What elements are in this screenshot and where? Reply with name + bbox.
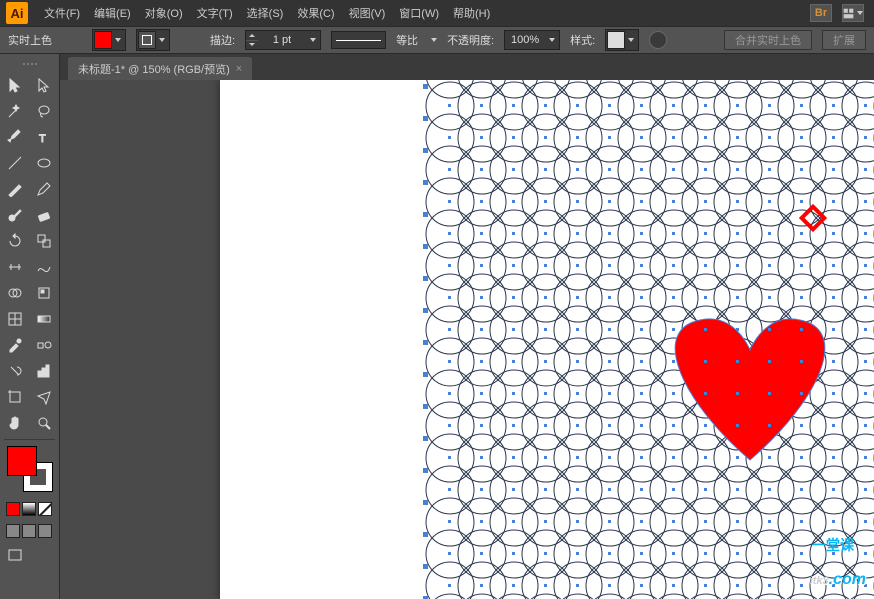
gradient-icon[interactable] xyxy=(22,502,36,516)
menu-file[interactable]: 文件(F) xyxy=(38,2,86,24)
fill-color-icon[interactable] xyxy=(7,446,37,476)
menu-type[interactable]: 文字(T) xyxy=(191,2,239,24)
live-paint-icon[interactable] xyxy=(30,280,60,306)
rotate-icon[interactable] xyxy=(0,228,30,254)
color-mode-row xyxy=(0,498,59,520)
pencil-icon[interactable] xyxy=(30,176,60,202)
menu-edit[interactable]: 编辑(E) xyxy=(88,2,137,24)
blob-brush-icon[interactable] xyxy=(0,202,30,228)
watermark: itk3.com xyxy=(810,559,866,591)
stroke-weight-input[interactable] xyxy=(245,30,321,50)
document-tab-bar: 未标题-1* @ 150% (RGB/预览) × xyxy=(60,54,874,80)
menu-bar: Ai 文件(F) 编辑(E) 对象(O) 文字(T) 选择(S) 效果(C) 视… xyxy=(0,0,874,26)
menu-window[interactable]: 窗口(W) xyxy=(393,2,445,24)
solid-color-icon[interactable] xyxy=(6,502,20,516)
tab-title: 未标题-1* @ 150% (RGB/预览) xyxy=(78,61,230,77)
line-icon[interactable] xyxy=(0,150,30,176)
app-logo: Ai xyxy=(6,2,28,24)
artwork-circles[interactable] xyxy=(220,80,874,599)
tab-close-icon[interactable]: × xyxy=(236,63,242,75)
menu-help[interactable]: 帮助(H) xyxy=(447,2,496,24)
style-label: 样式: xyxy=(570,32,595,48)
width-icon[interactable] xyxy=(0,254,30,280)
mesh-icon[interactable] xyxy=(0,306,30,332)
menu-select[interactable]: 选择(S) xyxy=(241,2,290,24)
shape-builder-icon[interactable] xyxy=(0,280,30,306)
bridge-icon[interactable]: Br xyxy=(810,4,832,22)
arrange-documents-icon[interactable] xyxy=(842,4,864,22)
direct-selection-icon[interactable] xyxy=(30,72,60,98)
menu-object[interactable]: 对象(O) xyxy=(139,2,189,24)
screen-mode-row xyxy=(0,520,59,542)
menu-effect[interactable]: 效果(C) xyxy=(291,2,340,24)
selection-icon[interactable] xyxy=(0,72,30,98)
fill-swatch[interactable] xyxy=(92,29,126,51)
none-color-icon[interactable] xyxy=(38,502,52,516)
blend-icon[interactable] xyxy=(30,332,60,358)
artboard[interactable] xyxy=(220,80,874,599)
artboard-icon[interactable] xyxy=(0,384,30,410)
draw-inside-icon[interactable] xyxy=(38,524,52,538)
slice-icon[interactable] xyxy=(30,384,60,410)
draw-behind-icon[interactable] xyxy=(22,524,36,538)
change-screen-mode-icon[interactable] xyxy=(0,542,30,568)
brush-icon[interactable] xyxy=(0,176,30,202)
canvas[interactable]: 一堂课 itk3.com xyxy=(60,80,874,599)
graph-icon[interactable] xyxy=(30,358,60,384)
stroke-profile[interactable] xyxy=(331,31,386,49)
opacity-input[interactable] xyxy=(504,30,560,50)
merge-live-paint-button[interactable]: 合并实时上色 xyxy=(724,30,812,50)
options-bar: 实时上色 描边: 等比 不透明度: 样式: 合并实时上色 扩展 xyxy=(0,26,874,54)
watermark-chinese: 一堂课 xyxy=(812,535,854,555)
scale-icon[interactable] xyxy=(30,228,60,254)
eraser-icon[interactable] xyxy=(30,202,60,228)
scale-label: 等比 xyxy=(396,32,418,48)
gradient-icon[interactable] xyxy=(30,306,60,332)
mode-label: 实时上色 xyxy=(8,32,52,48)
document-tab[interactable]: 未标题-1* @ 150% (RGB/预览) × xyxy=(68,57,252,80)
draw-normal-icon[interactable] xyxy=(6,524,20,538)
symbol-spray-icon[interactable] xyxy=(0,358,30,384)
pen-icon[interactable] xyxy=(0,124,30,150)
panel-grip[interactable] xyxy=(0,60,59,68)
stroke-swatch[interactable] xyxy=(136,29,170,51)
lasso-icon[interactable] xyxy=(30,98,60,124)
zoom-icon[interactable] xyxy=(30,410,60,436)
hand-icon[interactable] xyxy=(0,410,30,436)
work-area: 未标题-1* @ 150% (RGB/预览) × 一堂课 itk3.com xyxy=(60,54,874,599)
type-icon[interactable]: T xyxy=(30,124,60,150)
opacity-label: 不透明度: xyxy=(447,32,494,48)
expand-button[interactable]: 扩展 xyxy=(822,30,866,50)
menu-view[interactable]: 视图(V) xyxy=(343,2,392,24)
style-swatch[interactable] xyxy=(605,29,639,51)
warp-icon[interactable] xyxy=(30,254,60,280)
svg-text:T: T xyxy=(39,133,46,145)
tools-panel: T xyxy=(0,54,60,599)
eyedropper-icon[interactable] xyxy=(0,332,30,358)
stroke-label: 描边: xyxy=(210,32,235,48)
fill-stroke-control[interactable] xyxy=(7,446,53,492)
magic-wand-icon[interactable] xyxy=(0,98,30,124)
ellipse-icon[interactable] xyxy=(30,150,60,176)
document-setup-icon[interactable] xyxy=(649,31,667,49)
